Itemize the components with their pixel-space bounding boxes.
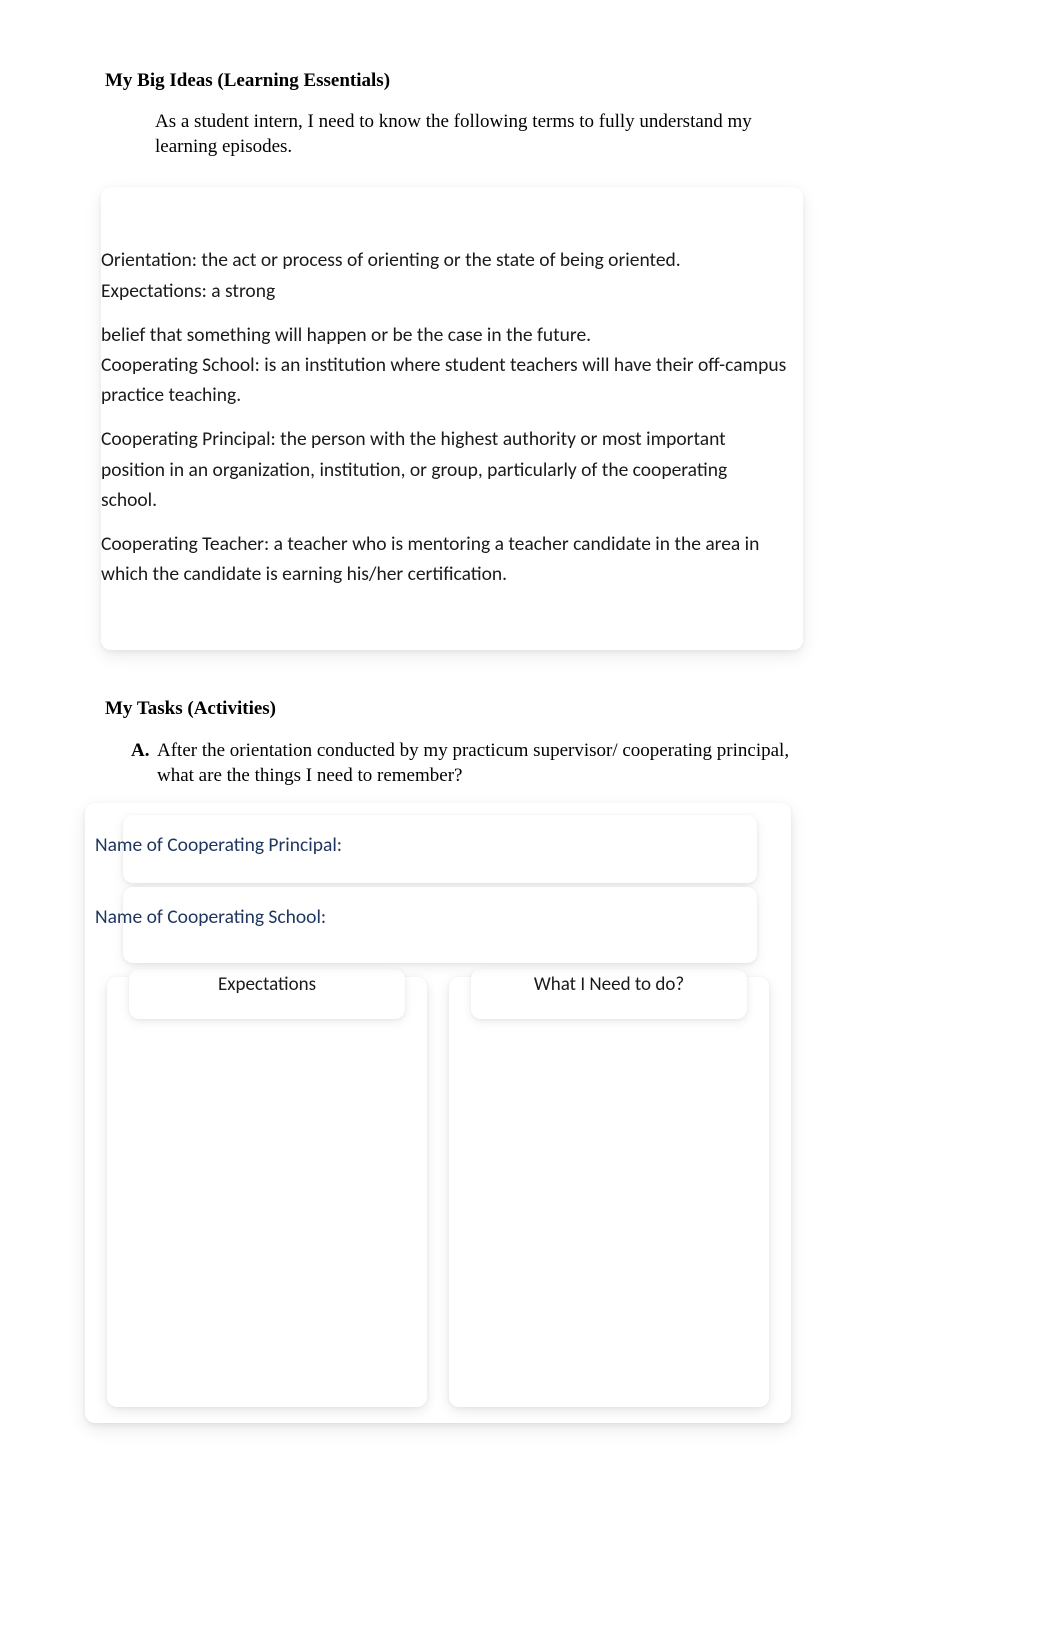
definition-cooperating-teacher: Cooperating Teacher: a teacher who is me… <box>101 529 787 589</box>
task-marker-a: A. <box>131 738 157 764</box>
definition-cooperating-principal: Cooperating Principal: the person with t… <box>101 424 787 515</box>
big-ideas-intro: As a student intern, I need to know the … <box>155 110 800 159</box>
task-text-a: After the orientation conducted by my pr… <box>157 740 789 787</box>
task-item-a: A.After the orientation conducted by my … <box>157 738 800 789</box>
todo-header: What I Need to do? <box>534 973 684 996</box>
todo-header-tab: What I Need to do? <box>471 969 747 1019</box>
big-ideas-heading: My Big Ideas (Learning Essentials) <box>105 70 800 92</box>
worksheet-card: Name of Cooperating Principal: Name of C… <box>85 803 791 1423</box>
page-content: My Big Ideas (Learning Essentials) As a … <box>105 70 800 1423</box>
todo-column[interactable]: What I Need to do? <box>449 977 769 1407</box>
principal-field-row: Name of Cooperating Principal: <box>107 833 769 857</box>
expectations-header-tab: Expectations <box>129 969 405 1019</box>
definition-cooperating-school: belief that something will happen or be … <box>101 320 787 411</box>
tasks-heading: My Tasks (Activities) <box>105 698 800 720</box>
school-label: Name of Cooperating School: <box>95 905 769 929</box>
expectations-header: Expectations <box>218 973 316 996</box>
definition-orientation: Orientation: the act or process of orien… <box>101 245 787 305</box>
expectations-column[interactable]: Expectations <box>107 977 427 1407</box>
principal-label: Name of Cooperating Principal: <box>95 833 769 857</box>
school-field-row: Name of Cooperating School: <box>107 905 769 929</box>
definitions-card: Orientation: the act or process of orien… <box>101 187 803 649</box>
columns-row: Expectations What I Need to do? <box>107 977 769 1407</box>
